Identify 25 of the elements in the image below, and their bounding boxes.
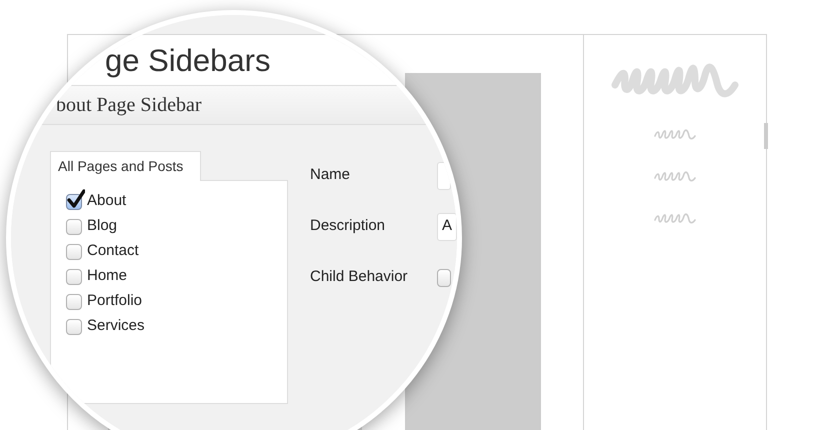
tab[interactable]: All Pages and Posts <box>50 151 201 181</box>
checkbox[interactable] <box>66 218 82 234</box>
page-label: Contact <box>87 241 139 262</box>
text-field[interactable]: A <box>437 212 457 240</box>
field-label: Name <box>310 165 352 186</box>
checkbox[interactable] <box>66 268 82 284</box>
page-label: Home <box>87 266 128 286</box>
box-title: bout Page Sidebar <box>56 93 202 118</box>
scrollbar-thumb[interactable] <box>764 123 768 149</box>
page-title: ge Sidebars <box>105 44 270 76</box>
scribble-drawing <box>654 169 696 183</box>
page-label: Services <box>87 316 145 336</box>
field-label: Child Behavior <box>310 267 409 288</box>
checkbox[interactable] <box>66 294 82 310</box>
dropdown[interactable] <box>437 268 451 286</box>
page-label: Blog <box>87 216 118 236</box>
page-label: About <box>87 191 126 212</box>
check-icon <box>67 188 85 208</box>
page-label: Portfolio <box>87 291 142 312</box>
field-label: Description <box>310 216 386 236</box>
scribble-drawing <box>654 211 696 225</box>
scribble-drawing <box>654 127 696 141</box>
checkbox[interactable] <box>66 244 82 260</box>
checkbox[interactable] <box>66 318 82 334</box>
text-field[interactable] <box>437 162 451 190</box>
